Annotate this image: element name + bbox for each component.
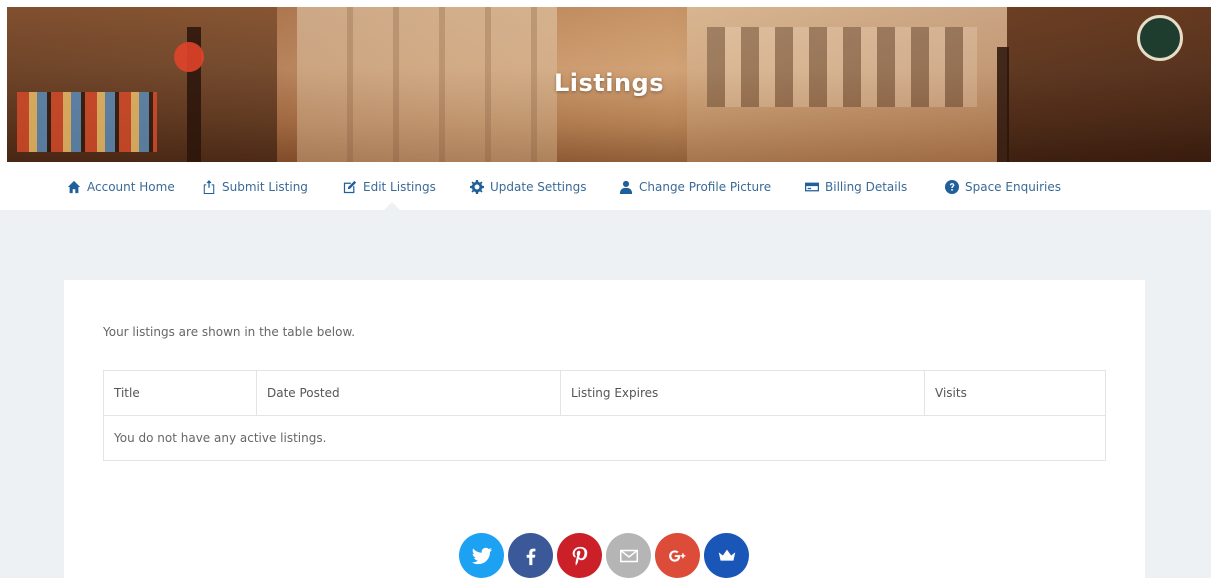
email-share-button[interactable] [606, 533, 651, 578]
pinterest-icon [572, 546, 587, 565]
hero-traffic-light [174, 42, 204, 72]
nav-item-label: Account Home [87, 180, 175, 194]
upload-icon [203, 180, 215, 194]
google-plus-icon [668, 549, 685, 562]
twitter-share-button[interactable] [459, 533, 504, 578]
active-tab-indicator [384, 202, 400, 210]
nav-item-label: Billing Details [825, 180, 908, 194]
nav-item-label: Update Settings [490, 180, 587, 194]
gear-icon [470, 180, 484, 194]
hero-banner: Listings [7, 7, 1211, 162]
hero-shopfront [17, 92, 157, 152]
table-row: You do not have any active listings. [103, 415, 1106, 461]
edit-icon [343, 180, 357, 194]
crown-icon [718, 549, 735, 561]
table-header-row: Title Date Posted Listing Expires Visits [103, 370, 1106, 416]
listings-table: Title Date Posted Listing Expires Visits… [103, 370, 1106, 461]
column-header-date-posted: Date Posted [256, 370, 561, 416]
column-header-title: Title [103, 370, 257, 416]
envelope-icon [619, 549, 638, 562]
hero-starbucks-logo [1137, 15, 1183, 61]
nav-item-label: Edit Listings [363, 180, 436, 194]
listings-intro-text: Your listings are shown in the table bel… [103, 325, 356, 339]
page-title: Listings [553, 69, 665, 97]
nav-item-submit-listing[interactable]: Submit Listing [202, 178, 308, 196]
nav-item-update-settings[interactable]: Update Settings [470, 178, 587, 196]
hero-pole [997, 47, 1009, 162]
pinterest-share-button[interactable] [557, 533, 602, 578]
question-icon [945, 180, 959, 194]
nav-item-account-home[interactable]: Account Home [67, 178, 175, 196]
nav-item-label: Space Enquiries [965, 180, 1062, 194]
crown-share-button[interactable] [704, 533, 749, 578]
facebook-icon [526, 548, 535, 565]
credit-card-icon [805, 182, 819, 192]
account-nav: Account Home Submit Listing Edit Listing… [0, 162, 1211, 210]
nav-item-edit-listings[interactable]: Edit Listings [343, 178, 436, 196]
facebook-share-button[interactable] [508, 533, 553, 578]
nav-item-billing-details[interactable]: Billing Details [805, 178, 907, 196]
nav-item-change-profile-picture[interactable]: Change Profile Picture [619, 178, 771, 196]
empty-listings-message: You do not have any active listings. [103, 415, 1106, 461]
twitter-icon [471, 547, 492, 564]
user-icon [619, 180, 633, 194]
column-header-listing-expires: Listing Expires [560, 370, 925, 416]
google-plus-share-button[interactable] [655, 533, 700, 578]
nav-item-label: Change Profile Picture [639, 180, 772, 194]
nav-item-space-enquiries[interactable]: Space Enquiries [945, 178, 1061, 196]
home-icon [67, 180, 81, 194]
column-header-visits: Visits [924, 370, 1106, 416]
nav-item-label: Submit Listing [222, 180, 308, 194]
social-share-bar [459, 533, 759, 578]
